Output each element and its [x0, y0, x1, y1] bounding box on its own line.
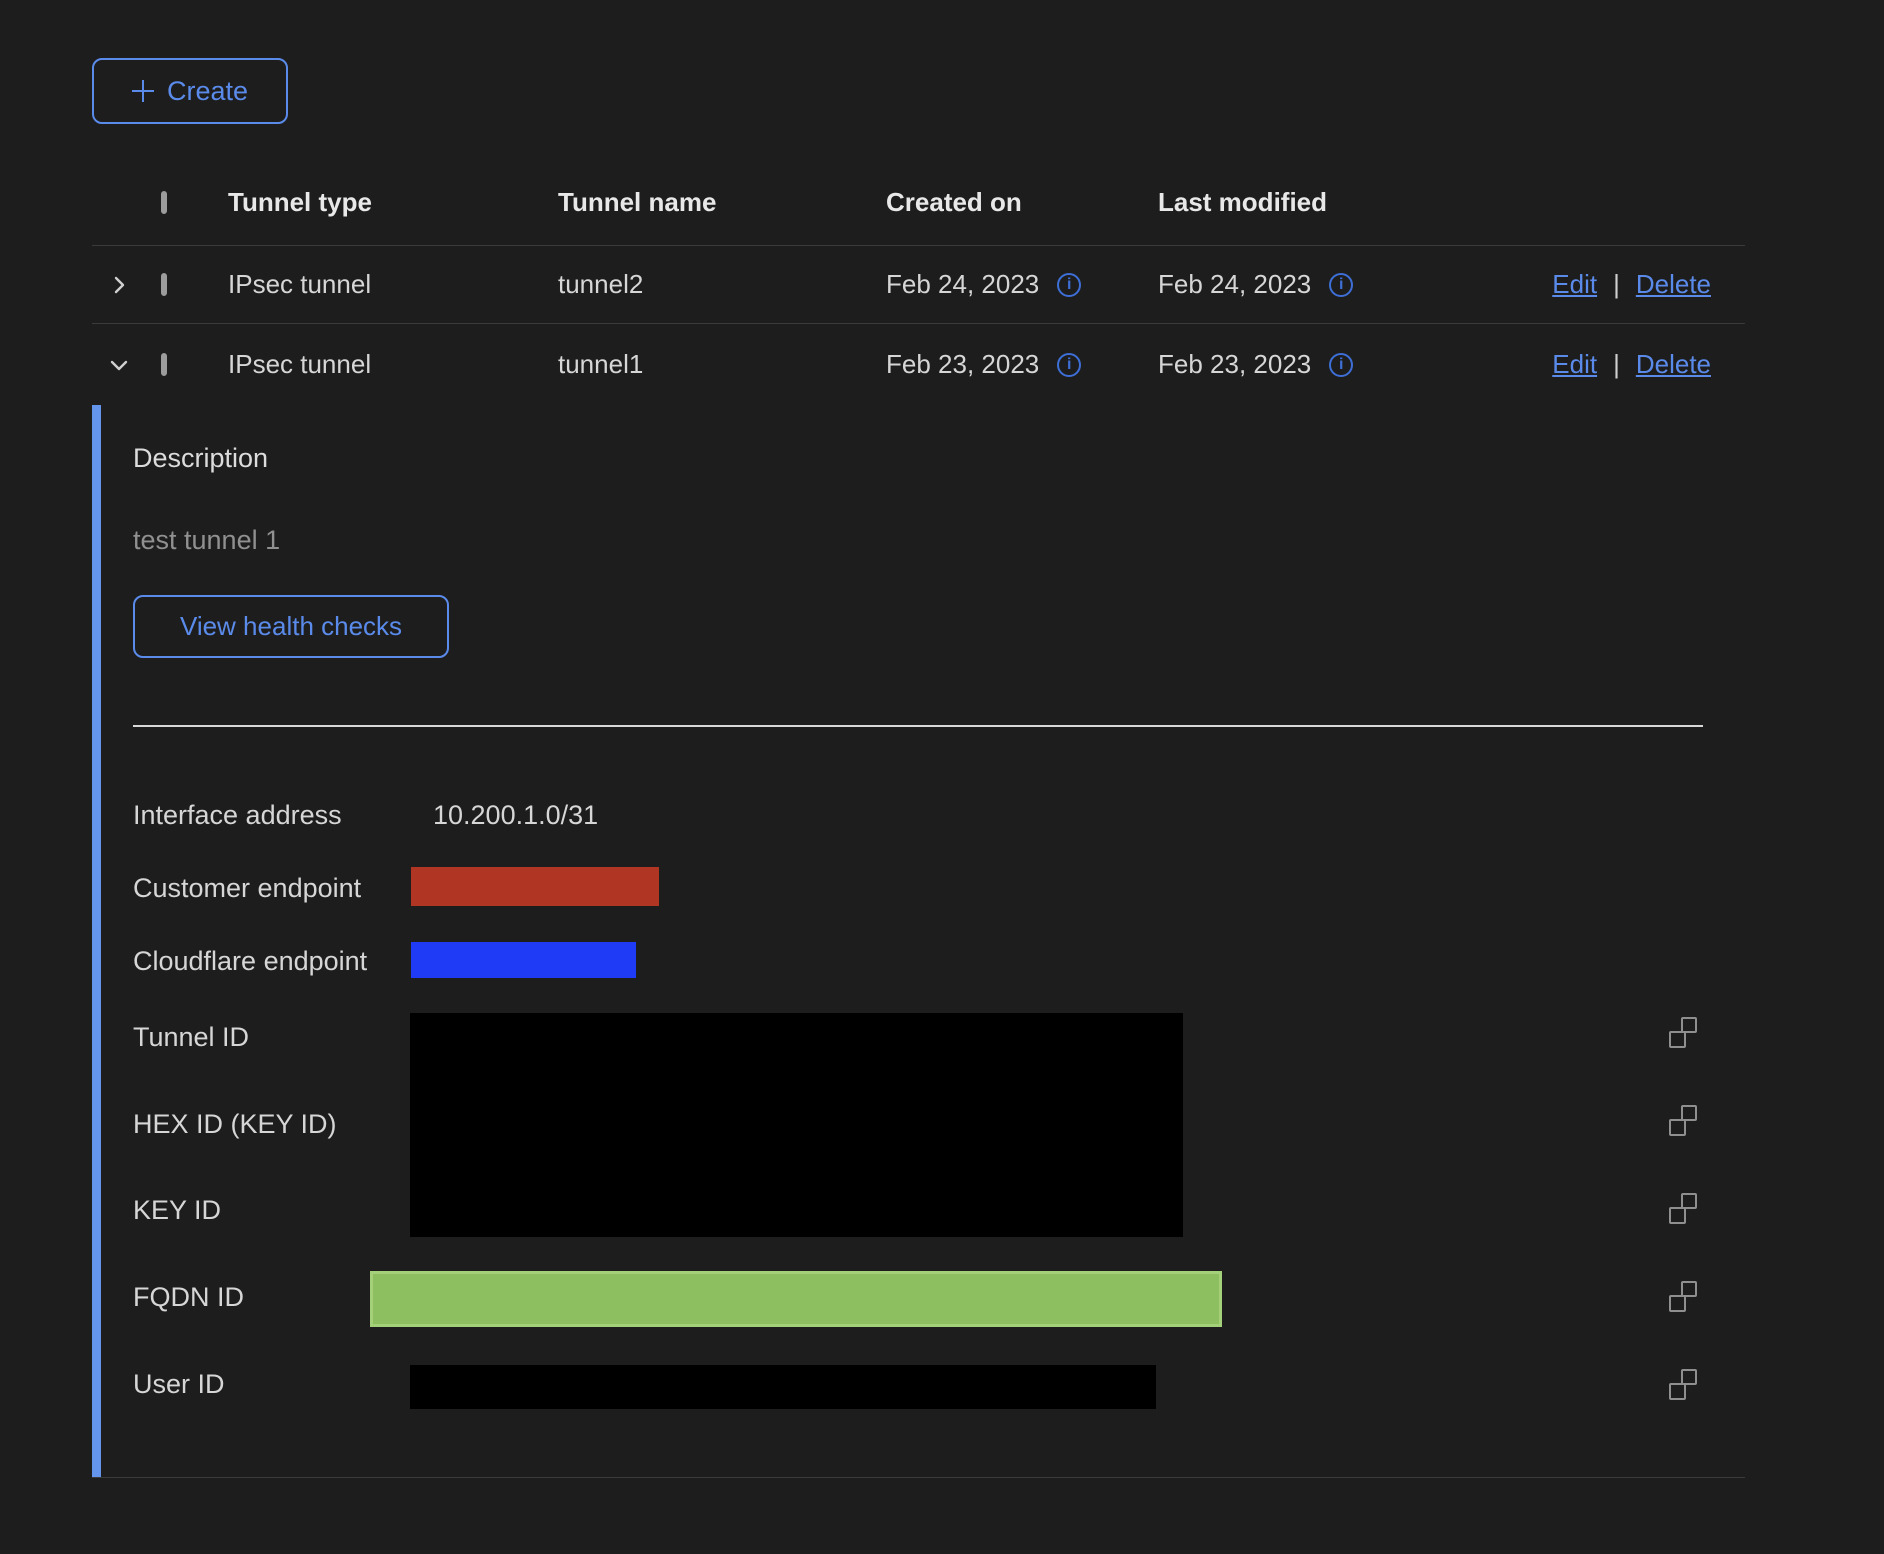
- tunnels-table: Tunnel type Tunnel name Created on Last …: [92, 160, 1745, 405]
- customer-endpoint-label: Customer endpoint: [133, 873, 361, 904]
- created-on-value: Feb 24, 2023: [886, 269, 1039, 300]
- user-id-value-redacted: [410, 1365, 1156, 1409]
- interface-address-label: Interface address: [133, 800, 342, 831]
- interface-address-value: 10.200.1.0/31: [433, 800, 598, 831]
- last-modified-value: Feb 24, 2023: [1158, 269, 1311, 300]
- expanded-row-indicator-bar: [92, 405, 101, 1477]
- select-all-checkbox[interactable]: [161, 191, 167, 214]
- fqdn-id-label: FQDN ID: [133, 1282, 244, 1313]
- edit-link[interactable]: Edit: [1552, 269, 1597, 300]
- plus-icon: [132, 80, 154, 102]
- info-icon[interactable]: [1057, 273, 1081, 297]
- column-header-last-modified: Last modified: [1142, 187, 1446, 218]
- key-id-label: KEY ID: [133, 1195, 221, 1226]
- tunnel-type-cell: IPsec tunnel: [212, 349, 542, 380]
- copy-key-id-icon[interactable]: [1669, 1193, 1697, 1224]
- table-row: IPsec tunnel tunnel2 Feb 24, 2023 Feb 24…: [92, 246, 1745, 324]
- edit-link[interactable]: Edit: [1552, 349, 1597, 380]
- ids-value-redacted: [410, 1013, 1183, 1237]
- copy-user-id-icon[interactable]: [1669, 1369, 1697, 1400]
- description-label: Description: [133, 443, 268, 474]
- table-row: IPsec tunnel tunnel1 Feb 23, 2023 Feb 23…: [92, 324, 1745, 405]
- customer-endpoint-value-redacted: [411, 867, 659, 906]
- table-header-row: Tunnel type Tunnel name Created on Last …: [92, 160, 1745, 246]
- column-header-tunnel-type: Tunnel type: [212, 187, 542, 218]
- tunnel-detail-panel: Description test tunnel 1 View health ch…: [92, 405, 1745, 1478]
- row-checkbox[interactable]: [161, 273, 167, 296]
- cloudflare-endpoint-label: Cloudflare endpoint: [133, 946, 367, 977]
- column-header-created-on: Created on: [870, 187, 1142, 218]
- info-icon[interactable]: [1329, 353, 1353, 377]
- section-divider: [133, 725, 1703, 727]
- created-on-value: Feb 23, 2023: [886, 349, 1039, 380]
- info-icon[interactable]: [1057, 353, 1081, 377]
- copy-fqdn-id-icon[interactable]: [1669, 1281, 1697, 1312]
- copy-tunnel-id-icon[interactable]: [1669, 1017, 1697, 1048]
- tunnels-page: Create Tunnel type Tunnel name Created o…: [0, 0, 1884, 1554]
- view-health-checks-button[interactable]: View health checks: [133, 595, 449, 658]
- fqdn-id-value-redacted: [370, 1271, 1222, 1327]
- chevron-right-icon[interactable]: [108, 274, 130, 296]
- hex-id-label: HEX ID (KEY ID): [133, 1109, 337, 1140]
- chevron-down-icon[interactable]: [108, 354, 130, 376]
- tunnel-name-cell: tunnel2: [542, 269, 870, 300]
- copy-hex-id-icon[interactable]: [1669, 1105, 1697, 1136]
- create-button[interactable]: Create: [92, 58, 288, 124]
- column-header-tunnel-name: Tunnel name: [542, 187, 870, 218]
- cloudflare-endpoint-value-redacted: [411, 942, 636, 978]
- tunnel-type-cell: IPsec tunnel: [212, 269, 542, 300]
- description-value: test tunnel 1: [133, 525, 280, 556]
- row-checkbox[interactable]: [161, 353, 167, 376]
- create-button-label: Create: [167, 76, 248, 107]
- last-modified-value: Feb 23, 2023: [1158, 349, 1311, 380]
- action-separator: |: [1613, 269, 1620, 300]
- action-separator: |: [1613, 349, 1620, 380]
- user-id-label: User ID: [133, 1369, 225, 1400]
- tunnel-id-label: Tunnel ID: [133, 1022, 249, 1053]
- delete-link[interactable]: Delete: [1636, 269, 1711, 300]
- delete-link[interactable]: Delete: [1636, 349, 1711, 380]
- info-icon[interactable]: [1329, 273, 1353, 297]
- tunnel-name-cell: tunnel1: [542, 349, 870, 380]
